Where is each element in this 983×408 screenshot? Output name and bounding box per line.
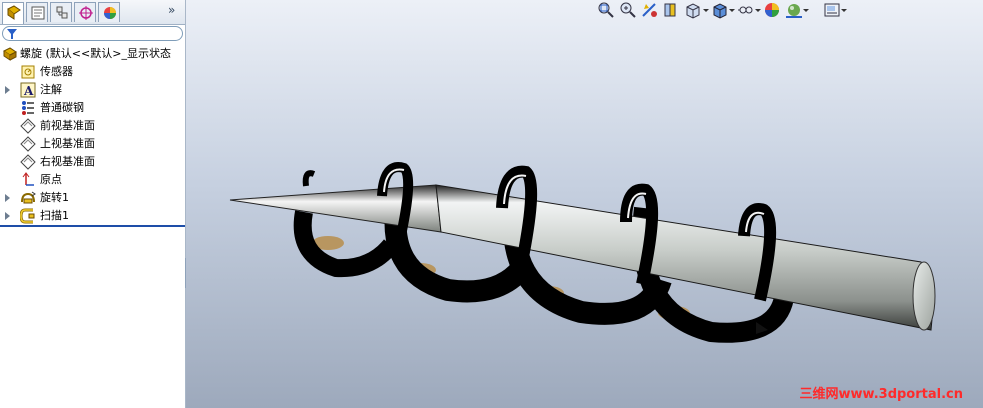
configuration-manager-icon — [56, 6, 68, 19]
feature-manager-icon — [7, 5, 21, 20]
tab-property-manager[interactable] — [26, 2, 48, 22]
sweep-icon — [20, 208, 35, 224]
filter-icon — [7, 29, 17, 39]
panel-tab-bar: » — [0, 0, 185, 25]
plane-icon — [20, 118, 36, 134]
tree-item-label: 旋转1 — [40, 191, 69, 204]
tab-display-manager[interactable] — [98, 2, 120, 22]
tree-item-annotations[interactable]: A 注解 — [0, 81, 185, 99]
tree-item-top-plane[interactable]: 上视基准面 — [0, 135, 185, 153]
part-icon — [3, 47, 17, 61]
tree-item-front-plane[interactable]: 前视基准面 — [0, 117, 185, 135]
svg-text:A: A — [23, 84, 34, 98]
tab-feature-manager[interactable] — [2, 2, 24, 24]
expand-arrow-icon[interactable] — [5, 194, 10, 202]
tree-item-label: 普通碳钢 — [40, 101, 84, 114]
plane-icon — [20, 136, 36, 152]
tree-item-sensors[interactable]: 传感器 — [0, 63, 185, 81]
tree-item-label: 原点 — [40, 173, 62, 186]
material-icon — [22, 101, 34, 115]
tree-root-part[interactable]: 螺旋 (默认<<默认>_显示状态 — [0, 45, 185, 63]
display-manager-icon — [104, 7, 116, 19]
tree-item-right-plane[interactable]: 右视基准面 — [0, 153, 185, 171]
shaft-end-face — [912, 261, 936, 331]
tree-item-label: 前视基准面 — [40, 119, 95, 132]
expand-arrow-icon[interactable] — [5, 86, 10, 94]
plane-icon — [20, 154, 36, 170]
annotation-icon: A — [20, 82, 36, 98]
tree-item-material[interactable]: 普通碳钢 — [0, 99, 185, 117]
auger-3d-model[interactable] — [186, 0, 983, 408]
origin-icon — [22, 172, 34, 186]
tree-filter-input[interactable] — [2, 26, 183, 41]
tree-item-label: 上视基准面 — [40, 137, 95, 150]
tree-item-origin[interactable]: 原点 — [0, 171, 185, 189]
tab-dimxpert[interactable] — [74, 2, 96, 22]
rollback-bar[interactable] — [0, 225, 185, 227]
tree-item-revolve1[interactable]: 旋转1 — [0, 189, 185, 207]
tree-item-label: 注解 — [40, 83, 62, 96]
tree-item-sweep1[interactable]: 扫描1 — [0, 207, 185, 225]
helical-flight-segment — [302, 170, 316, 187]
tree-item-label: 右视基准面 — [40, 155, 95, 168]
tree-item-label: 扫描1 — [40, 209, 69, 222]
tree-root-label: 螺旋 (默认<<默认>_显示状态 — [20, 47, 171, 60]
graphics-viewport[interactable]: 三维网www.3dportal.cn — [186, 0, 983, 408]
tab-configuration-manager[interactable] — [50, 2, 72, 22]
tree-item-label: 传感器 — [40, 65, 73, 78]
expand-arrow-icon[interactable] — [5, 212, 10, 220]
revolve-icon — [21, 191, 36, 204]
watermark: 三维网www.3dportal.cn — [799, 387, 963, 402]
feature-manager-panel: » 螺旋 (默认<<默认>_显示状态 传感器 A 注解 普通碳钢 前视基准面 上… — [0, 0, 186, 408]
property-manager-icon — [31, 6, 45, 20]
dimxpert-icon — [79, 6, 93, 20]
sensor-icon — [21, 65, 35, 79]
more-tabs-button[interactable]: » — [168, 3, 175, 17]
